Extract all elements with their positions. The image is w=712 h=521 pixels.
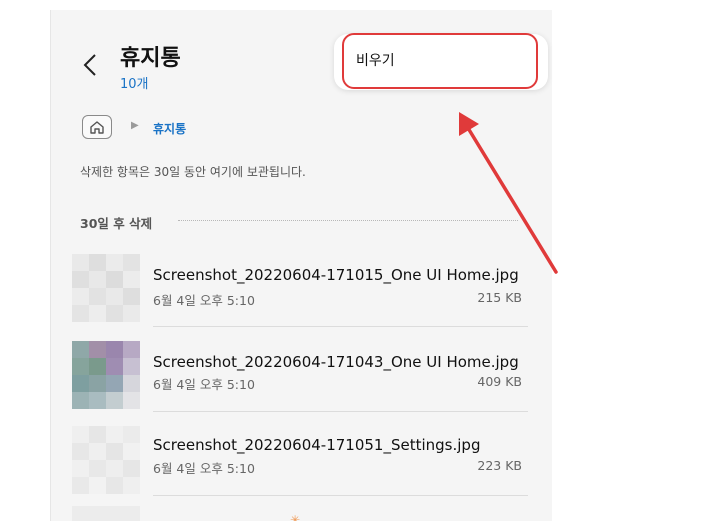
home-breadcrumb-button[interactable]: [82, 115, 112, 139]
file-row[interactable]: Screenshot_20220604-171015_One UI Home.j…: [72, 254, 528, 339]
home-icon: [90, 120, 104, 134]
empty-trash-menu-item[interactable]: 비우기: [356, 50, 395, 70]
file-size: 223 KB: [477, 458, 522, 473]
row-divider: [153, 411, 528, 412]
file-date: 6월 4일 오후 5:10: [153, 461, 255, 476]
retention-notice: 삭제한 항목은 30일 동안 여기에 보관됩니다.: [80, 165, 306, 179]
file-row[interactable]: Screenshot_20220604-171051_Settings.jpg …: [72, 426, 528, 511]
file-size: 409 KB: [477, 374, 522, 389]
file-thumbnail: [72, 341, 140, 409]
back-button[interactable]: [80, 50, 100, 80]
section-divider: [178, 220, 518, 221]
scroll-indicator-icon: ✳: [290, 513, 301, 521]
file-date: 6월 4일 오후 5:10: [153, 293, 255, 308]
file-thumbnail: [72, 426, 140, 494]
chevron-left-icon: [83, 54, 96, 76]
breadcrumb-current[interactable]: 휴지통: [153, 120, 186, 137]
file-name: Screenshot_20220604-171051_Settings.jpg: [153, 436, 481, 454]
file-name: Screenshot_20220604-171015_One UI Home.j…: [153, 266, 519, 284]
triangle-right-icon: ▶: [131, 120, 139, 131]
file-name: Screenshot_20220604-171043_One UI Home.j…: [153, 353, 519, 371]
screen-edge: [50, 10, 51, 521]
section-title: 30일 후 삭제: [80, 216, 153, 231]
page-title: 휴지통: [120, 46, 181, 71]
item-count: 10개: [120, 77, 149, 92]
file-row[interactable]: Screenshot_20220604-171043_One UI Home.j…: [72, 341, 528, 426]
row-divider: [153, 495, 528, 496]
row-divider: [153, 326, 528, 327]
file-thumbnail-partial: [72, 506, 140, 521]
file-date: 6월 4일 오후 5:10: [153, 377, 255, 392]
file-thumbnail: [72, 254, 140, 322]
file-size: 215 KB: [477, 290, 522, 305]
